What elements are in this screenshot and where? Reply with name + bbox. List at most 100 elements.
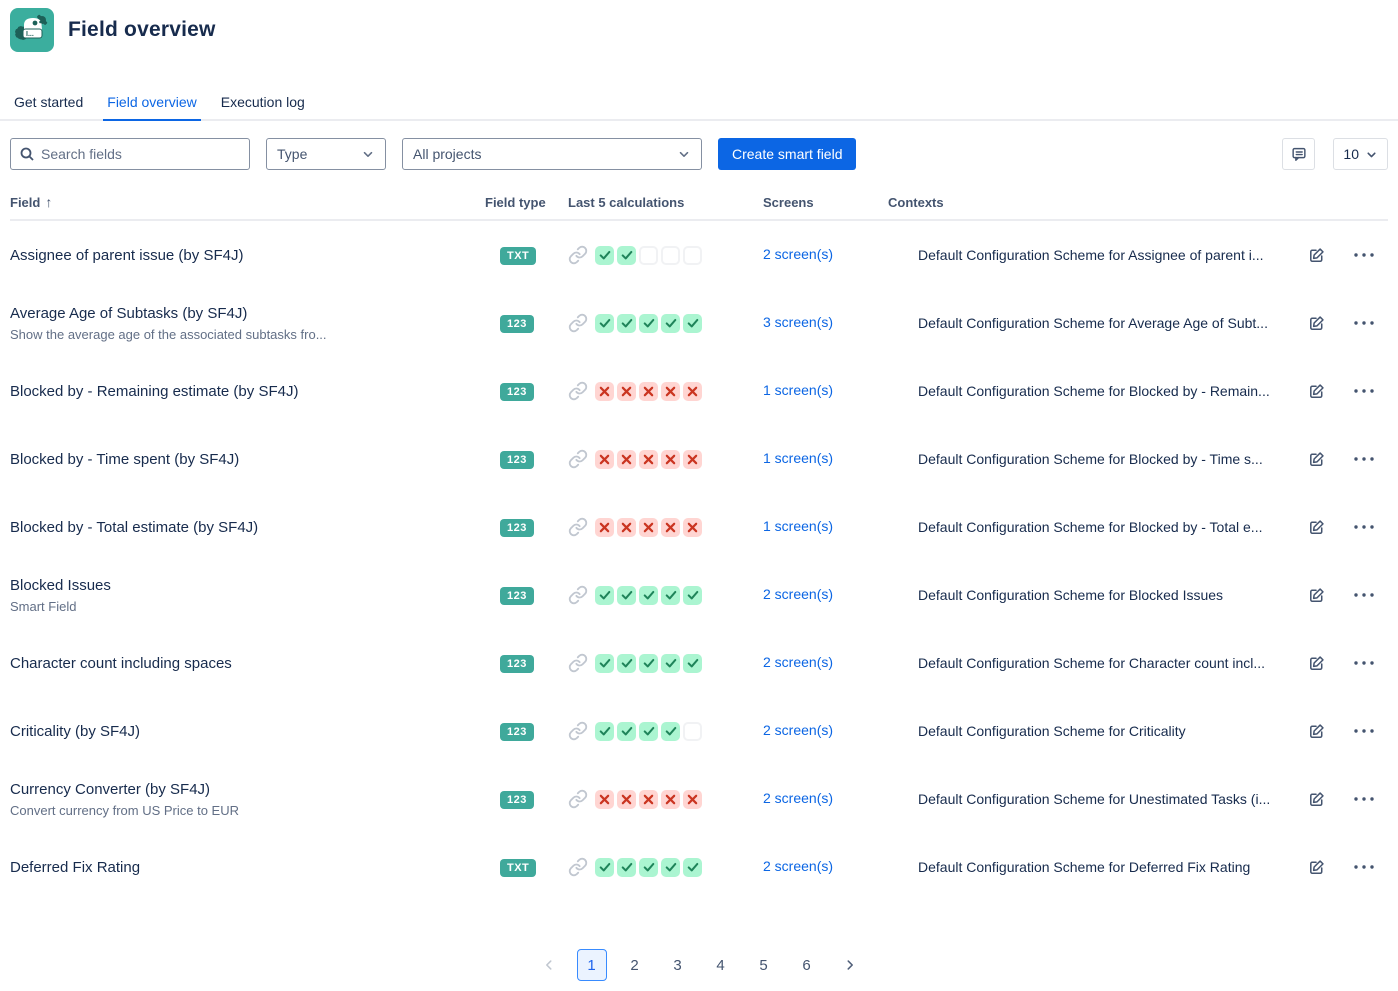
search-input[interactable] [41, 146, 241, 162]
context-text: Default Configuration Scheme for Critica… [888, 723, 1292, 739]
context-text: Default Configuration Scheme for Blocked… [888, 519, 1292, 535]
pagination-page-1[interactable]: 1 [577, 949, 607, 981]
calculation-status-success [595, 246, 614, 265]
screens-link[interactable]: 2 screen(s) [763, 654, 833, 670]
more-cell [1340, 796, 1388, 802]
edit-button[interactable] [1292, 450, 1340, 469]
more-actions-button[interactable] [1340, 864, 1388, 870]
ellipsis-icon [1353, 660, 1375, 666]
edit-icon [1307, 858, 1326, 877]
calculation-status-success [595, 314, 614, 333]
calculation-status-error [683, 382, 702, 401]
edit-icon [1307, 450, 1326, 469]
type-filter-select[interactable]: Type [266, 138, 386, 170]
calculation-status-success [661, 858, 680, 877]
more-actions-button[interactable] [1340, 660, 1388, 666]
ellipsis-icon [1353, 388, 1375, 394]
tab-field-overview[interactable]: Field overview [103, 88, 200, 121]
calculations-cell [568, 857, 763, 877]
screens-link[interactable]: 2 screen(s) [763, 858, 833, 874]
calculation-status-success [617, 858, 636, 877]
calculation-status-list [595, 722, 702, 741]
pagination-next-button[interactable] [835, 949, 865, 981]
project-filter-select[interactable]: All projects [402, 138, 702, 170]
screens-link[interactable]: 2 screen(s) [763, 246, 833, 262]
calculations-cell [568, 245, 763, 265]
field-description: Smart Field [10, 599, 485, 614]
ellipsis-icon [1353, 592, 1375, 598]
more-actions-button[interactable] [1340, 524, 1388, 530]
search-box[interactable] [10, 138, 250, 170]
field-name: Character count including spaces [10, 655, 485, 672]
screens-link[interactable]: 1 screen(s) [763, 450, 833, 466]
table-row: Blocked Issues Smart Field 123 2 screen(… [10, 561, 1388, 629]
create-smart-field-button[interactable]: Create smart field [718, 138, 856, 170]
edit-button[interactable] [1292, 722, 1340, 741]
field-cell: Blocked Issues Smart Field [10, 577, 485, 614]
pagination-page-6[interactable]: 6 [792, 949, 822, 981]
edit-button[interactable] [1292, 314, 1340, 333]
pagination-page-5[interactable]: 5 [749, 949, 779, 981]
more-actions-button[interactable] [1340, 796, 1388, 802]
calculation-status-success [683, 314, 702, 333]
screens-cell: 2 screen(s) [763, 722, 888, 740]
calculation-status-success [617, 314, 636, 333]
link-icon [568, 245, 588, 265]
link-icon [568, 313, 588, 333]
calculation-status-empty [683, 722, 702, 741]
field-type-cell: 123 [485, 314, 568, 333]
toolbar: Type All projects Create smart field [0, 138, 1398, 170]
more-actions-button[interactable] [1340, 456, 1388, 462]
column-header-calculations: Last 5 calculations [568, 195, 763, 210]
tab-get-started[interactable]: Get started [10, 88, 87, 121]
edit-button[interactable] [1292, 382, 1340, 401]
field-name: Blocked Issues [10, 577, 485, 594]
edit-button[interactable] [1292, 654, 1340, 673]
field-type-cell: TXT [485, 858, 568, 877]
edit-icon [1307, 790, 1326, 809]
calculation-status-success [595, 654, 614, 673]
screens-link[interactable]: 3 screen(s) [763, 314, 833, 330]
more-actions-button[interactable] [1340, 592, 1388, 598]
table-row: Character count including spaces 123 2 s… [10, 629, 1388, 697]
app-logo-icon: I... [10, 8, 54, 52]
context-text: Default Configuration Scheme for Unestim… [888, 791, 1292, 807]
ellipsis-icon [1353, 524, 1375, 530]
edit-button[interactable] [1292, 518, 1340, 537]
edit-button[interactable] [1292, 586, 1340, 605]
page: I... Field overview Get started Field ov… [0, 0, 1398, 991]
search-icon [19, 146, 35, 162]
ellipsis-icon [1353, 252, 1375, 258]
edit-button[interactable] [1292, 858, 1340, 877]
calculations-cell [568, 721, 763, 741]
pagination-page-3[interactable]: 3 [663, 949, 693, 981]
tab-execution-log[interactable]: Execution log [217, 88, 309, 121]
page-size-select[interactable]: 10 [1333, 138, 1388, 170]
more-actions-button[interactable] [1340, 388, 1388, 394]
feedback-button[interactable] [1282, 138, 1315, 170]
column-header-field[interactable]: Field↑ [10, 194, 485, 210]
app-header: I... Field overview [0, 0, 1398, 52]
calculation-status-error [639, 450, 658, 469]
more-actions-button[interactable] [1340, 320, 1388, 326]
more-cell [1340, 592, 1388, 598]
more-actions-button[interactable] [1340, 252, 1388, 258]
calculation-status-success [639, 722, 658, 741]
pagination-page-4[interactable]: 4 [706, 949, 736, 981]
screens-link[interactable]: 2 screen(s) [763, 586, 833, 602]
more-actions-button[interactable] [1340, 728, 1388, 734]
screens-link[interactable]: 1 screen(s) [763, 518, 833, 534]
context-text: Default Configuration Scheme for Blocked… [888, 383, 1292, 399]
pagination: 123456 [0, 949, 1398, 981]
screens-link[interactable]: 2 screen(s) [763, 722, 833, 738]
edit-button[interactable] [1292, 246, 1340, 265]
edit-button[interactable] [1292, 790, 1340, 809]
pagination-page-2[interactable]: 2 [620, 949, 650, 981]
more-cell [1340, 456, 1388, 462]
calculation-status-error [683, 450, 702, 469]
edit-cell [1292, 790, 1340, 809]
screens-link[interactable]: 1 screen(s) [763, 382, 833, 398]
screens-link[interactable]: 2 screen(s) [763, 790, 833, 806]
pagination-prev-button[interactable] [534, 949, 564, 981]
edit-cell [1292, 450, 1340, 469]
